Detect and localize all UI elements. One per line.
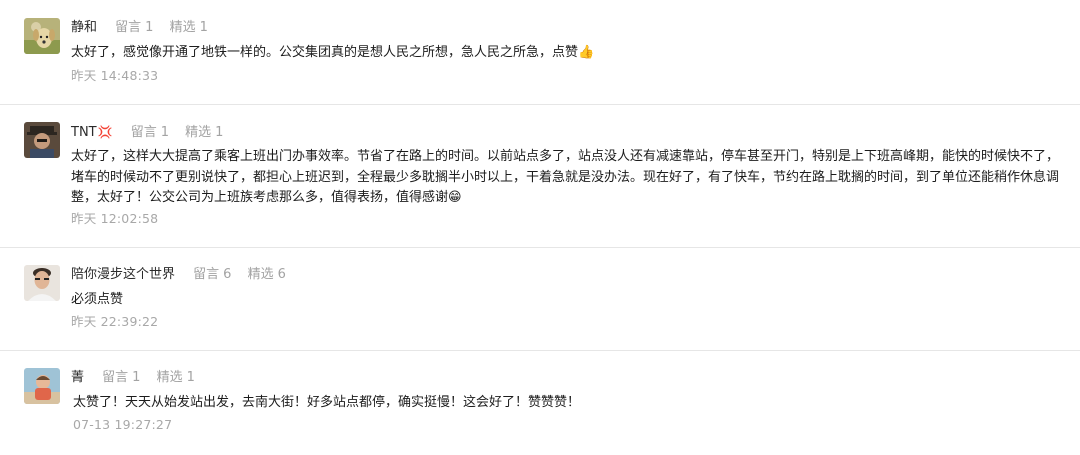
avatar[interactable] bbox=[24, 122, 60, 158]
jingxuan-label: 精选 bbox=[169, 20, 196, 35]
comment-feed: 静和 留言 1 精选 1 太好了，感觉像开通了地铁一样的。公交集团真的是想人民之所想… bbox=[0, 0, 1080, 455]
grin-face-icon: 😁 bbox=[448, 190, 462, 205]
comment-body: 必须点赞 bbox=[71, 292, 124, 307]
nickname-text: TNT bbox=[71, 125, 97, 140]
jingxuan-stat: 精选 1 bbox=[157, 370, 195, 385]
jingxuan-stat: 精选 1 bbox=[170, 20, 208, 35]
jingxuan-count: 1 bbox=[199, 20, 208, 35]
comment-time: 昨天 12:02:58 bbox=[71, 211, 159, 226]
anger-symbol-icon: 💢 bbox=[97, 125, 113, 139]
avatar[interactable] bbox=[24, 18, 60, 54]
liuyan-stat: 留言 1 bbox=[115, 20, 153, 35]
liuyan-count: 1 bbox=[160, 125, 169, 140]
liuyan-label: 留言 bbox=[130, 125, 157, 140]
comment-meta: 陪你漫步这个世界 留言 6 精选 6 bbox=[71, 266, 298, 284]
man-avatar-icon bbox=[24, 265, 60, 301]
avatar[interactable] bbox=[24, 265, 60, 301]
liuyan-count: 1 bbox=[145, 20, 154, 35]
comment-item: 静和 留言 1 精选 1 太好了，感觉像开通了地铁一样的。公交集团真的是想人民之所想… bbox=[0, 0, 1080, 104]
comment-body: 太好了，这样大大提高了乘客上班出门办事效率。节省了在路上的时间。以前站点多了，站… bbox=[71, 149, 1060, 205]
comment-item: 陪你漫步这个世界 留言 6 精选 6 必须点赞 昨天 22:39:22 bbox=[0, 248, 1080, 350]
dog-avatar-icon bbox=[24, 18, 60, 54]
jingxuan-stat: 精选 6 bbox=[248, 267, 286, 282]
comment-body: 太好了，感觉像开通了地铁一样的。公交集团真的是想人民之所想，急人民之所急，点赞 bbox=[71, 45, 579, 60]
comment-text: 必须点赞 bbox=[71, 290, 1061, 311]
liuyan-count: 1 bbox=[132, 370, 141, 385]
comment-item: TNT💢 留言 1 精选 1 太好了，这样大大提高了乘客上班出门办事效率。节省了在路… bbox=[0, 105, 1080, 247]
avatar[interactable] bbox=[24, 368, 60, 404]
liuyan-stat: 留言 1 bbox=[102, 370, 140, 385]
comment-text: 太赞了！天天从始发站出发，去南大街！好多站点都停，确实挺慢！这会好了！赞赞赞！ bbox=[73, 393, 1063, 414]
nickname[interactable]: 菁 bbox=[71, 370, 84, 385]
nickname[interactable]: 静和 bbox=[71, 20, 97, 35]
person-avatar-icon bbox=[24, 122, 60, 158]
thumbs-up-icon: 👍 bbox=[578, 45, 595, 60]
comment-text: 太好了，感觉像开通了地铁一样的。公交集团真的是想人民之所想，急人民之所急，点赞👍 bbox=[71, 43, 1061, 64]
comment-item: 菁 留言 1 精选 1 太赞了！天天从始发站出发，去南大街！好多站点都停，确实挺慢！… bbox=[0, 351, 1080, 455]
comment-meta: 菁 留言 1 精选 1 bbox=[71, 369, 207, 387]
jingxuan-stat: 精选 1 bbox=[185, 125, 223, 140]
comment-text: 太好了，这样大大提高了乘客上班出门办事效率。节省了在路上的时间。以前站点多了，站… bbox=[71, 147, 1061, 209]
comment-time: 昨天 14:48:33 bbox=[71, 68, 159, 83]
comment-meta: TNT💢 留言 1 精选 1 bbox=[71, 123, 235, 141]
liuyan-count: 6 bbox=[223, 267, 232, 282]
nickname[interactable]: 陪你漫步这个世界 bbox=[71, 267, 175, 282]
jingxuan-count: 6 bbox=[277, 267, 286, 282]
liuyan-stat: 留言 6 bbox=[193, 267, 231, 282]
jingxuan-label: 精选 bbox=[156, 370, 183, 385]
child-avatar-icon bbox=[24, 368, 60, 404]
liuyan-label: 留言 bbox=[115, 20, 142, 35]
liuyan-stat: 留言 1 bbox=[131, 125, 169, 140]
comment-body: 太赞了！天天从始发站出发，去南大街！好多站点都停，确实挺慢！这会好了！赞赞赞！ bbox=[73, 395, 581, 410]
liuyan-label: 留言 bbox=[102, 370, 129, 385]
jingxuan-label: 精选 bbox=[185, 125, 212, 140]
comment-time: 昨天 22:39:22 bbox=[71, 314, 159, 329]
nickname[interactable]: TNT💢 bbox=[71, 125, 113, 140]
comment-meta: 静和 留言 1 精选 1 bbox=[71, 19, 220, 37]
jingxuan-count: 1 bbox=[186, 370, 195, 385]
jingxuan-count: 1 bbox=[215, 125, 224, 140]
liuyan-label: 留言 bbox=[193, 267, 220, 282]
comment-time: 07-13 19:27:27 bbox=[73, 417, 173, 432]
jingxuan-label: 精选 bbox=[247, 267, 274, 282]
